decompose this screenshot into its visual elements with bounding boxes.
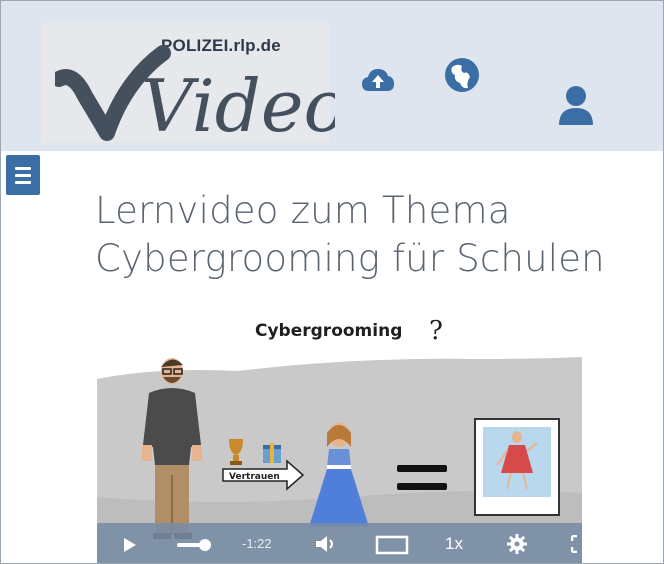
browser-viewport: POLIZEI.rlp.de Video Lernvideo zum Thema… [0,0,664,564]
theater-mode-icon[interactable] [375,535,409,555]
settings-icon[interactable] [507,534,527,554]
progress-scrubber[interactable] [177,539,211,551]
site-header: POLIZEI.rlp.de Video [1,1,663,151]
photo-frame [474,418,560,516]
video-frame-title: Cybergrooming [255,321,403,341]
arrow-label: Vertrauen [229,472,280,482]
page-title-line-2: Cybergrooming für Schulen [95,237,605,280]
volume-icon[interactable] [315,535,337,553]
page-title: Lernvideo zum Thema Cybergrooming für Sc… [95,187,655,283]
page-title-line-1: Lernvideo zum Thema [95,189,511,232]
hamburger-menu-icon[interactable] [6,155,40,195]
user-icon[interactable] [557,85,595,125]
video-controls: -1:22 1x [97,523,582,563]
playback-speed[interactable]: 1x [445,534,463,554]
play-icon[interactable] [123,537,137,553]
upload-cloud-icon[interactable] [361,67,395,93]
fullscreen-icon[interactable] [571,535,582,553]
globe-icon[interactable] [444,57,480,93]
video-player[interactable]: Cybergrooming ? Vertrauen -1:22 1x [97,313,582,563]
time-remaining: -1:22 [242,536,272,551]
site-logo[interactable]: POLIZEI.rlp.de Video [41,23,335,146]
logo-video-wordmark: Video [55,45,335,146]
video-frame-title-mark: ? [429,316,443,346]
scrubber-handle[interactable] [199,539,211,551]
logo-text: Video [141,64,335,146]
